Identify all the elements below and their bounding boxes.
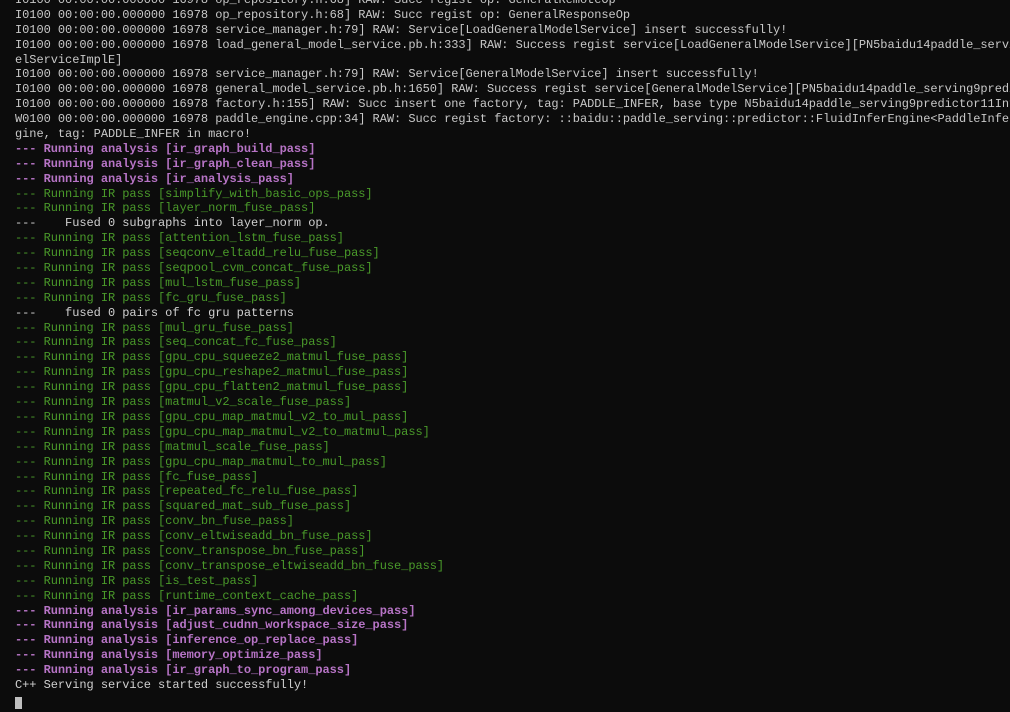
terminal-line-ana: --- Running analysis [inference_op_repla… <box>15 633 359 648</box>
terminal-line-log: I0100 00:00:00.000000 16978 op_repositor… <box>15 0 616 7</box>
terminal-line-ir: --- Running IR pass [gpu_cpu_map_matmul_… <box>15 454 387 469</box>
terminal-line-ir: --- Running IR pass [matmul_scale_fuse_p… <box>15 439 330 454</box>
terminal-line-ir: --- Running IR pass [runtime_context_cac… <box>15 588 359 603</box>
terminal-cursor <box>15 697 22 709</box>
terminal-line-ir: --- Running IR pass [repeated_fc_relu_fu… <box>15 484 359 499</box>
terminal-line-log: elServiceImplE] <box>15 52 123 67</box>
terminal-line-ir: --- Running IR pass [conv_eltwiseadd_bn_… <box>15 529 373 544</box>
terminal-line-ir: --- Running IR pass [gpu_cpu_map_matmul_… <box>15 424 430 439</box>
terminal-line-log: I0100 00:00:00.000000 16978 service_mana… <box>15 22 788 37</box>
terminal-line-ir: --- Running IR pass [matmul_v2_scale_fus… <box>15 395 352 410</box>
terminal-line-log: gine, tag: PADDLE_INFER in macro! <box>15 127 251 142</box>
terminal-line-ir: --- Running IR pass [seq_concat_fc_fuse_… <box>15 335 337 350</box>
terminal-line-ana: --- Running analysis [ir_graph_build_pas… <box>15 141 316 156</box>
terminal-line-log: I0100 00:00:00.000000 16978 factory.h:15… <box>15 97 1010 112</box>
terminal-line-log: I0100 00:00:00.000000 16978 load_general… <box>15 37 1010 52</box>
terminal-line-log: W0100 00:00:00.000000 16978 paddle_engin… <box>15 112 1010 127</box>
terminal-line-ir: --- Running IR pass [squared_mat_sub_fus… <box>15 499 352 514</box>
terminal-line-ir: --- Running IR pass [fc_fuse_pass] <box>15 469 259 484</box>
terminal-line-ir: --- Running IR pass [fc_gru_fuse_pass] <box>15 290 287 305</box>
terminal-line-ir: --- Running IR pass [mul_gru_fuse_pass] <box>15 320 294 335</box>
terminal-line-ir: --- Running IR pass [is_test_pass] <box>15 573 259 588</box>
terminal-line-ana: --- Running analysis [ir_graph_to_progra… <box>15 663 352 678</box>
terminal-line-ir: --- Running IR pass [seqpool_cvm_concat_… <box>15 261 373 276</box>
terminal-line-ir: --- Running IR pass [attention_lstm_fuse… <box>15 231 344 246</box>
terminal-line-ir: --- Running IR pass [conv_bn_fuse_pass] <box>15 514 294 529</box>
terminal-line-ir: --- Running IR pass [conv_transpose_bn_f… <box>15 543 366 558</box>
terminal-line-fused: --- Fused 0 subgraphs into layer_norm op… <box>15 216 330 231</box>
terminal-line-ana: --- Running analysis [ir_graph_clean_pas… <box>15 156 316 171</box>
terminal-line-ir: --- Running IR pass [layer_norm_fuse_pas… <box>15 201 316 216</box>
terminal-line-ir: --- Running IR pass [gpu_cpu_reshape2_ma… <box>15 365 409 380</box>
terminal-line-ana: --- Running analysis [memory_optimize_pa… <box>15 648 323 663</box>
terminal-line-ir: --- Running IR pass [gpu_cpu_flatten2_ma… <box>15 380 409 395</box>
terminal-window[interactable]: I0100 00:00:00.000000 16978 op_repositor… <box>0 0 1010 712</box>
terminal-line-log: I0100 00:00:00.000000 16978 general_mode… <box>15 82 1010 97</box>
terminal-line-fused: --- fused 0 pairs of fc gru patterns <box>15 305 294 320</box>
terminal-line-ana: --- Running analysis [ir_params_sync_amo… <box>15 603 416 618</box>
terminal-line-log: I0100 00:00:00.000000 16978 op_repositor… <box>15 7 631 22</box>
terminal-line-ir: --- Running IR pass [conv_transpose_eltw… <box>15 558 445 573</box>
terminal-line-ir: --- Running IR pass [simplify_with_basic… <box>15 186 373 201</box>
terminal-line-log: I0100 00:00:00.000000 16978 service_mana… <box>15 67 759 82</box>
terminal-line-ir: --- Running IR pass [seqconv_eltadd_relu… <box>15 246 380 261</box>
terminal-output: I0100 00:00:00.000000 16978 op_repositor… <box>15 0 1010 693</box>
terminal-line-ir: --- Running IR pass [mul_lstm_fuse_pass] <box>15 275 302 290</box>
terminal-line-ir: --- Running IR pass [gpu_cpu_map_matmul_… <box>15 409 409 424</box>
terminal-line-ir: --- Running IR pass [gpu_cpu_squeeze2_ma… <box>15 350 409 365</box>
terminal-line-ana: --- Running analysis [ir_analysis_pass] <box>15 171 294 186</box>
terminal-line-ana: --- Running analysis [adjust_cudnn_works… <box>15 618 409 633</box>
terminal-line-ok: C++ Serving service started successfully… <box>15 677 309 692</box>
